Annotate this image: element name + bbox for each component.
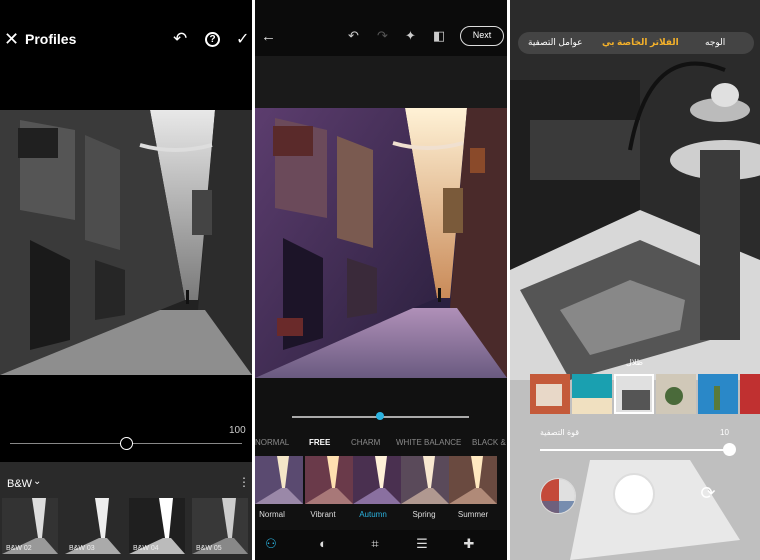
bw-street-photo [0,110,252,375]
filter-swatch[interactable] [656,374,696,414]
filters-icon[interactable]: ⚇ [263,536,279,552]
shutter-button[interactable] [613,473,655,515]
filter-thumb[interactable] [449,456,497,504]
next-button[interactable]: Next [460,26,504,46]
filter-thumb[interactable] [305,456,353,504]
filter-thumb[interactable] [353,456,401,504]
filter-caption: ظلال [626,358,643,367]
page-title: Profiles [25,31,77,47]
close-icon[interactable]: ✕ [4,30,19,48]
amount-slider-handle[interactable] [120,437,133,450]
undo-icon[interactable]: ↶ [173,29,187,49]
tab-black-white[interactable]: BLACK & W [472,438,507,447]
profile-thumb-label: B&W 04 [133,545,159,552]
filter-label: Normal [259,510,285,519]
undo-icon[interactable]: ↶ [348,28,359,44]
profile-thumb-label: B&W 05 [196,545,222,552]
filter-strength-track[interactable] [540,449,730,451]
slider-value: 100 [229,425,246,436]
check-icon[interactable]: ✓ [236,29,249,49]
filter-swatch[interactable] [530,374,570,414]
filter-strength-value: 10 [720,428,729,437]
more-vertical-icon[interactable]: ⋮ [238,475,250,489]
adjust-icon[interactable]: ☰ [414,536,430,552]
profile-thumb[interactable]: B&W 03 [65,498,121,554]
tab-filters[interactable]: عوامل التصفية [528,37,583,48]
chevron-down-icon[interactable]: ⌄ [33,476,41,487]
tab-my-filters[interactable]: الفلاتر الخاصة بي [602,37,679,48]
filter-thumb[interactable] [255,456,303,504]
filter-swatch[interactable] [740,374,760,414]
filter-category-tabs: NORMAL FREE CHARM WHITE BALANCE BLACK & … [255,438,507,450]
redo-icon[interactable]: ↷ [377,28,388,44]
intensity-slider-handle[interactable] [376,412,384,420]
filter-label: Summer [457,510,489,519]
back-icon[interactable]: ← [261,28,276,45]
filter-swatch-selected[interactable] [614,374,654,414]
tab-free[interactable]: FREE [309,438,330,447]
filter-label: Vibrant [310,510,336,519]
profile-thumb-label: B&W 03 [69,545,95,552]
profile-thumb[interactable]: B&W 04 [129,498,185,554]
tab-charm[interactable]: CHARM [351,438,380,447]
beta-effects-icon[interactable]: ◐ [315,536,331,552]
filter-thumb[interactable] [401,456,449,504]
tab-normal[interactable]: NORMAL [255,438,289,447]
filter-swatch[interactable] [698,374,738,414]
camera-filter-panel: الوجه الفلاتر الخاصة بي عوامل التصفية ظل… [510,0,760,560]
profiles-panel: ✕ Profiles ↶ ? ✓ 100 B&W ⌄ ⋮ B&W 02 B&W … [0,0,252,560]
compare-icon[interactable]: ◧ [433,28,445,44]
help-icon[interactable]: ? [205,32,220,47]
profile-group-label[interactable]: B&W [7,478,32,490]
flip-camera-icon[interactable]: ⟳ [698,483,718,503]
filter-swatch[interactable] [572,374,612,414]
crop-icon[interactable]: ⌗ [367,536,383,552]
filter-label-selected: Autumn [359,510,387,519]
profile-thumb-label: B&W 02 [6,545,32,552]
color-street-photo [255,108,507,378]
heal-icon[interactable]: ✚ [461,536,477,552]
filter-editor-panel: ← ↶ ↷ ✦ ◧ Next NORMAL FREE CHARM WHITE B… [255,0,507,560]
tab-face[interactable]: الوجه [705,37,725,48]
filter-strength-label: قوة التصفية [540,428,580,437]
magic-wand-icon[interactable]: ✦ [405,28,416,44]
profile-thumb[interactable]: B&W 02 [2,498,58,554]
profile-thumb[interactable]: B&W 05 [192,498,248,554]
filter-label: Spring [412,510,436,519]
tab-white-balance[interactable]: WHITE BALANCE [396,438,461,447]
filter-preview-icon[interactable] [540,478,576,514]
canvas-padding [255,56,507,108]
filter-strength-handle[interactable] [723,443,736,456]
